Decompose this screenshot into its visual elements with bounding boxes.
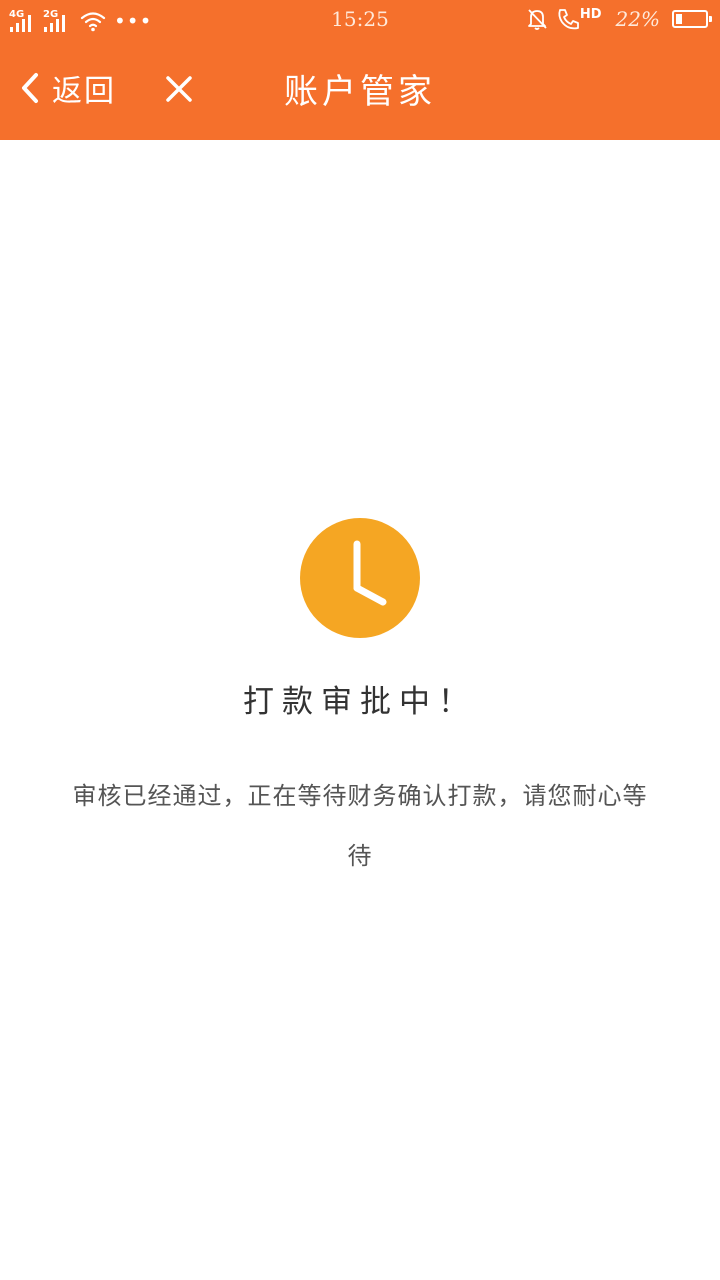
- app-header: 4G 2G ••• 15:25 HD 22% 返回 账户管家: [0, 0, 720, 140]
- page-title: 账户管家: [284, 72, 436, 112]
- clock-icon: [300, 518, 420, 638]
- battery-level: [676, 14, 682, 24]
- bell-off-icon: [527, 9, 547, 30]
- status-description: 审核已经通过，正在等待财务确认打款，请您耐心等待: [72, 782, 648, 870]
- status-title: 打款审批中！: [243, 684, 477, 720]
- phone-icon: [558, 9, 579, 30]
- battery-percent: 22%: [615, 7, 660, 31]
- battery-icon: [672, 10, 712, 28]
- hd-voice-label: HD: [579, 6, 602, 22]
- status-bar-right: HD 22%: [526, 6, 712, 32]
- status-bar: 4G 2G ••• 15:25 HD 22%: [0, 0, 720, 38]
